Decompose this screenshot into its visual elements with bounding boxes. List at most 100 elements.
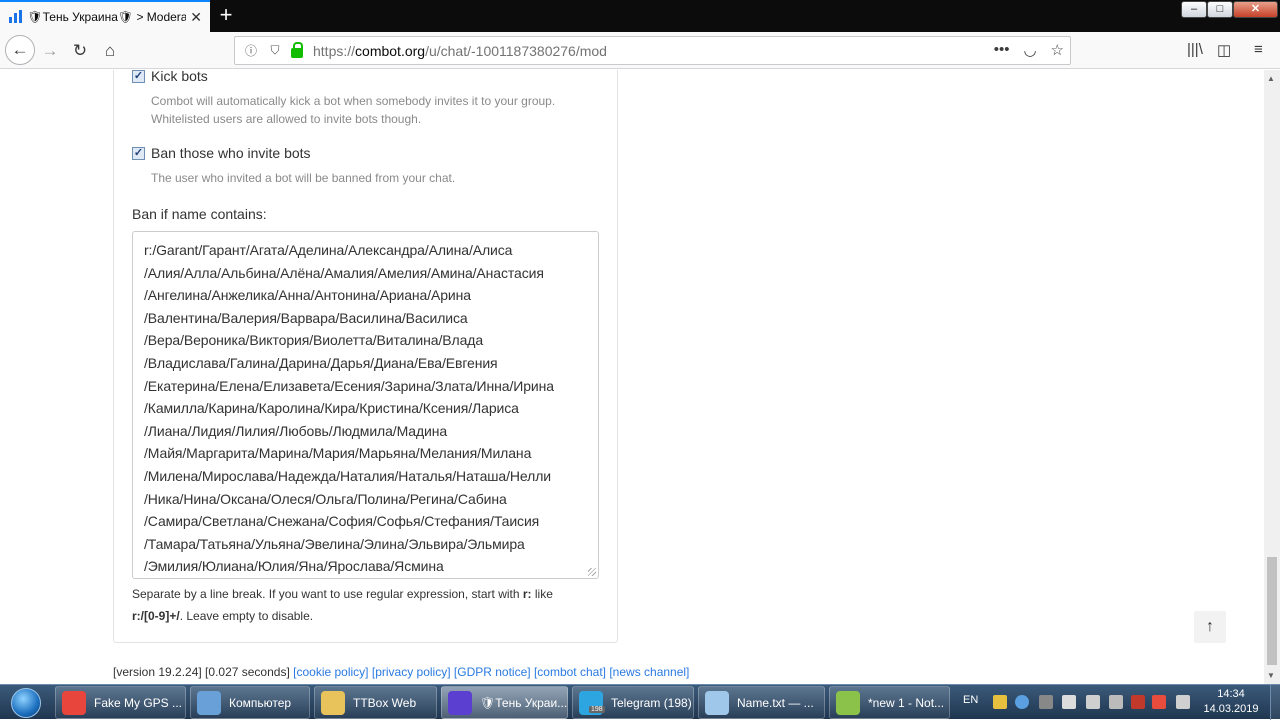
address-bar[interactable]: ⓘ ⛉ https://combot.org/u/chat/-100118738… xyxy=(234,36,1071,65)
taskbar-item[interactable]: Fake My GPS ... xyxy=(55,686,186,719)
taskbar-item[interactable]: Компьютер xyxy=(190,686,310,719)
page-scrollbar[interactable]: ▲ ▼ xyxy=(1264,70,1280,684)
ban-name-textarea[interactable]: r:/Garant/Гарант/Агата/Аделина/Александр… xyxy=(132,231,599,579)
close-tab-icon[interactable]: ✕ xyxy=(190,9,202,26)
taskbar-item-label: TTBox Web xyxy=(353,695,417,710)
page-footer: [version 19.2.24] [0.027 seconds] [cooki… xyxy=(113,665,689,679)
textarea-line: /Камилла/Карина/Каролина/Кира/Кристина/К… xyxy=(144,400,519,417)
textarea-line: /Вера/Вероника/Виктория/Виолетта/Виталин… xyxy=(144,332,484,349)
pocket-icon[interactable]: ◡ xyxy=(1023,41,1036,59)
taskbar-item-label: *new 1 - Not... xyxy=(868,695,945,710)
textarea-line: /Екатерина/Елена/Елизавета/Есения/Зарина… xyxy=(144,377,554,394)
tray-app-icon[interactable] xyxy=(993,695,1007,709)
forward-button[interactable]: → xyxy=(36,37,64,65)
app-icon xyxy=(448,690,472,715)
kick-bots-checkbox[interactable]: ✓ xyxy=(132,70,145,83)
new-tab-button[interactable]: + xyxy=(214,4,238,28)
tray-globe-icon[interactable] xyxy=(1015,695,1029,709)
arrow-left-icon: ← xyxy=(11,40,29,59)
close-window-button[interactable]: ✕ xyxy=(1233,1,1278,18)
ban-inviters-label[interactable]: Ban those who invite bots xyxy=(151,145,311,161)
unread-badge: 198 xyxy=(589,705,605,713)
textarea-line: /Ника/Нина/Оксана/Олеся/Ольга/Полина/Рег… xyxy=(144,490,507,507)
textarea-line: /Эмилия/Юлиана/Юлия/Яна/Ярослава/Ясмина xyxy=(144,558,444,575)
windows-logo-icon xyxy=(11,687,41,718)
show-desktop-button[interactable] xyxy=(1270,685,1280,720)
taskbar-item-label: Name.txt — ... xyxy=(737,695,814,710)
app-icon xyxy=(321,690,345,715)
combot-chat-link[interactable]: [combot chat] xyxy=(534,665,606,679)
battery-icon[interactable] xyxy=(1086,695,1100,709)
taskbar-item[interactable]: 🛡Тень Украи... xyxy=(441,686,568,719)
textarea-line: /Владислава/Галина/Дарина/Дарья/Диана/Ев… xyxy=(144,354,498,371)
system-clock[interactable]: 14:34 14.03.2019 xyxy=(1196,687,1266,717)
volume-icon[interactable] xyxy=(1176,695,1190,709)
app-icon xyxy=(62,690,86,715)
textarea-line: /Лиана/Лидия/Лилия/Любовь/Людмила/Мадина xyxy=(144,422,448,439)
app-icon: 198 xyxy=(579,690,605,715)
tray-device-icon[interactable] xyxy=(1109,695,1123,709)
textarea-line: /Милена/Мирослава/Надежда/Наталия/Наталь… xyxy=(144,467,551,484)
menu-icon[interactable]: ≡ xyxy=(1254,41,1263,58)
cookie-policy-link[interactable]: [cookie policy] xyxy=(293,665,368,679)
taskbar-item[interactable]: TTBox Web xyxy=(314,686,437,719)
tab-title: 🛡Тень Украина🛡 > Moderati xyxy=(27,10,187,24)
news-channel-link[interactable]: [news channel] xyxy=(609,665,689,679)
ban-name-help: Separate by a line break. If you want to… xyxy=(132,587,553,623)
textarea-line: /Самира/Светлана/Снежана/София/Софья/Сте… xyxy=(144,513,540,530)
textarea-content: r:/Garant/Гарант/Агата/Аделина/Александр… xyxy=(144,239,587,578)
gdpr-notice-link[interactable]: [GDPR notice] xyxy=(454,665,531,679)
scroll-to-top-button[interactable]: ↑ xyxy=(1194,611,1226,643)
bar-chart-icon xyxy=(8,9,23,25)
browser-navbar: ← → ↻ ⌂ ⓘ ⛉ https://combot.org/u/chat/-1… xyxy=(0,32,1280,69)
privacy-policy-link[interactable]: [privacy policy] xyxy=(372,665,451,679)
textarea-line: /Алия/Алла/Альбина/Алёна/Амалия/Амелия/А… xyxy=(144,264,544,281)
bookmark-star-icon[interactable]: ☆ xyxy=(1051,41,1064,59)
taskbar-item-label: 🛡Тень Украи... xyxy=(480,695,567,710)
scroll-down-arrow-icon[interactable]: ▼ xyxy=(1267,671,1275,680)
reload-button[interactable]: ↻ xyxy=(66,37,94,65)
back-button[interactable]: ← xyxy=(5,35,35,65)
taskbar-item-label: Telegram (198) xyxy=(611,695,692,710)
home-button[interactable]: ⌂ xyxy=(96,37,124,65)
url-actions: ••• ◡ ☆ xyxy=(994,41,1064,59)
ban-inviters-hint: The user who invited a bot will be banne… xyxy=(151,171,456,185)
info-icon[interactable]: ⓘ xyxy=(243,43,259,59)
url-text[interactable]: https://combot.org/u/chat/-1001187380276… xyxy=(313,43,607,59)
browser-tab-active[interactable]: 🛡Тень Украина🛡 > Moderati ✕ xyxy=(0,0,210,32)
app-icon xyxy=(836,690,860,715)
home-icon: ⌂ xyxy=(104,41,116,60)
version-info: [version 19.2.24] [0.027 seconds] xyxy=(113,665,290,679)
tray-red-icon[interactable] xyxy=(1152,695,1166,709)
textarea-line: /Ангелина/Анжелика/Анна/Антонина/Ариана/… xyxy=(144,287,471,304)
textarea-line: /Майя/Маргарита/Марина/Мария/Марьяна/Мел… xyxy=(144,445,532,462)
taskbar-item[interactable]: *new 1 - Not... xyxy=(829,686,950,719)
textarea-line: /Тамара/Татьяна/Ульяна/Эвелина/Элина/Эль… xyxy=(144,535,525,552)
taskbar-item-label: Компьютер xyxy=(229,695,292,710)
start-button[interactable] xyxy=(3,686,49,719)
taskbar-item[interactable]: Name.txt — ... xyxy=(698,686,825,719)
tray-alert-icon[interactable] xyxy=(1131,695,1145,709)
ban-name-label: Ban if name contains: xyxy=(132,206,267,222)
sidebar-icon[interactable]: ◫ xyxy=(1217,41,1231,59)
arrow-right-icon: → xyxy=(41,41,59,60)
tray-network-icon[interactable] xyxy=(1039,695,1053,709)
language-indicator[interactable]: EN xyxy=(963,694,978,706)
scroll-up-arrow-icon[interactable]: ▲ xyxy=(1267,74,1275,83)
minimize-window-button[interactable]: – xyxy=(1181,1,1207,18)
page-actions-icon[interactable]: ••• xyxy=(994,41,1010,59)
library-icon[interactable]: |||\ xyxy=(1187,41,1203,58)
kick-bots-label[interactable]: Kick bots xyxy=(151,70,208,84)
signal-bars-icon[interactable] xyxy=(1062,695,1076,709)
lock-icon[interactable] xyxy=(291,41,303,58)
tracking-shield-icon[interactable]: ⛉ xyxy=(267,43,283,59)
app-icon xyxy=(705,690,729,715)
scroll-thumb[interactable] xyxy=(1267,557,1277,665)
maximize-window-button[interactable]: □ xyxy=(1207,1,1233,18)
kick-bots-hint: Combot will automatically kick a bot whe… xyxy=(151,94,556,126)
resize-grip-icon[interactable] xyxy=(588,568,596,576)
browser-titlebar: 🛡Тень Украина🛡 > Moderati ✕ + – □ ✕ xyxy=(0,0,1280,32)
taskbar-item[interactable]: 198 Telegram (198) xyxy=(572,686,694,719)
taskbar-item-label: Fake My GPS ... xyxy=(94,695,183,710)
ban-inviters-checkbox[interactable]: ✓ xyxy=(132,147,145,160)
